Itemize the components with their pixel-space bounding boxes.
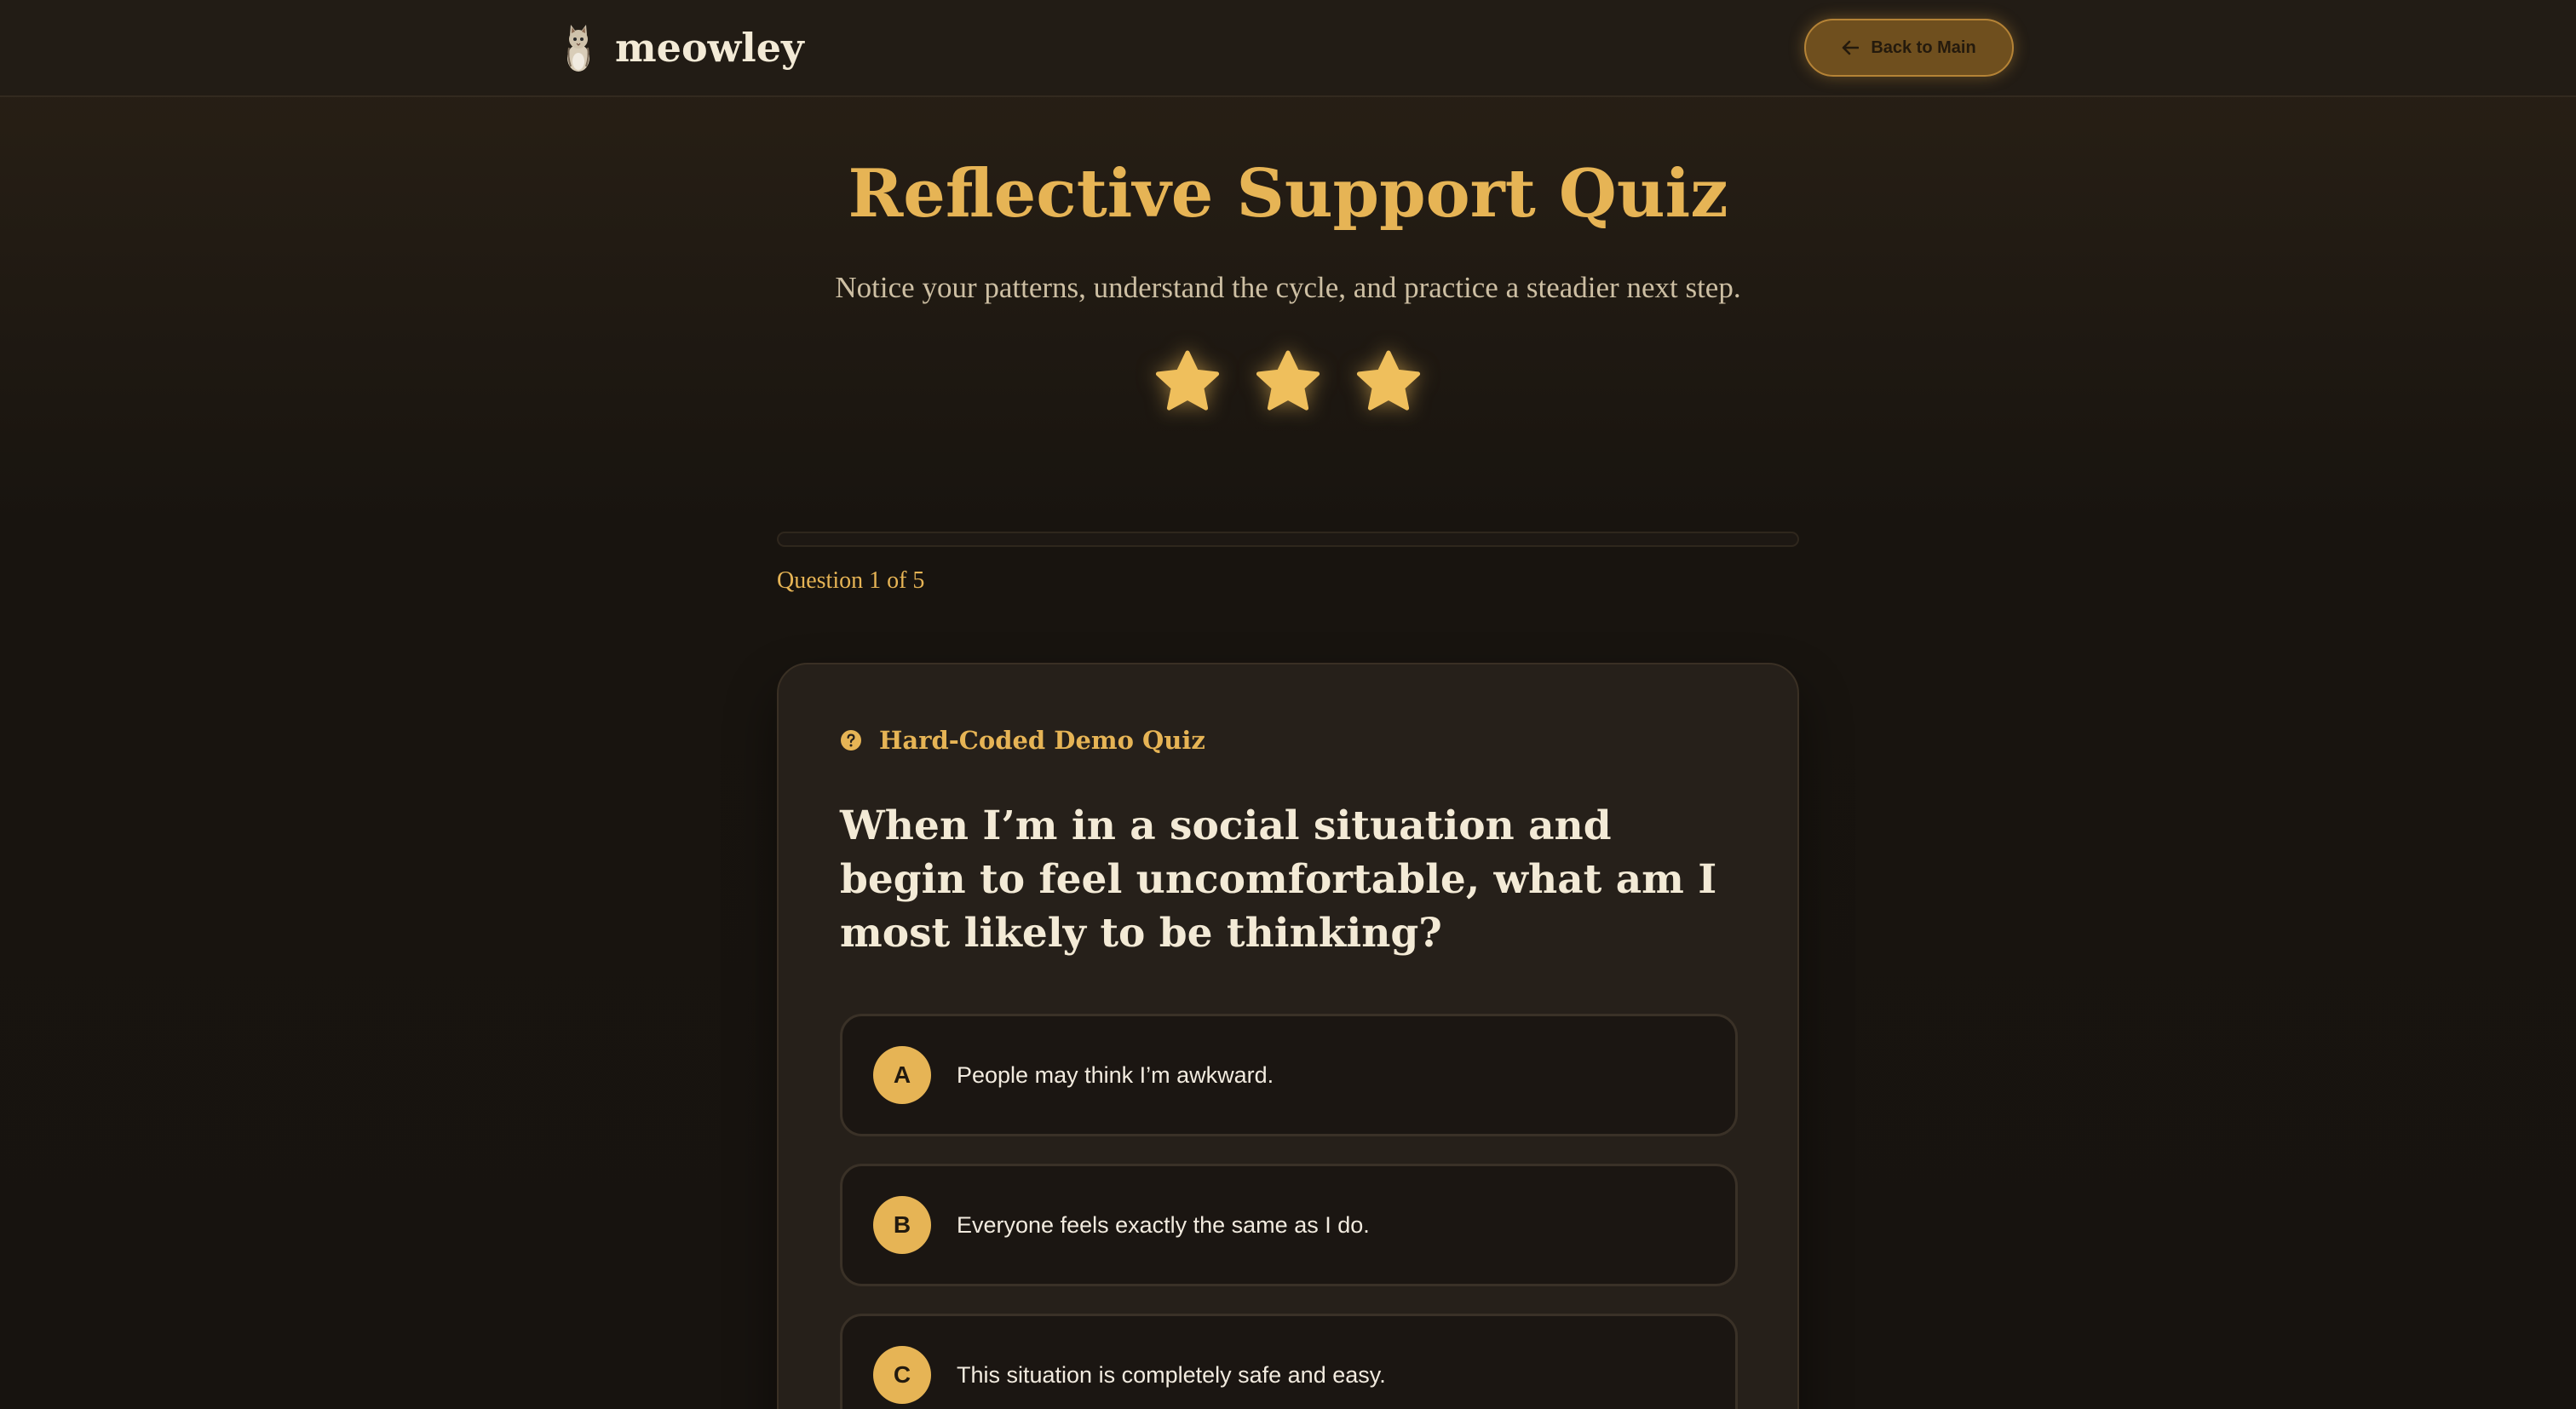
option-letter-badge: B <box>873 1196 931 1254</box>
answer-option-b[interactable]: B Everyone feels exactly the same as I d… <box>840 1164 1738 1286</box>
star-icon <box>1155 350 1220 411</box>
star-icon <box>1256 350 1320 411</box>
answer-option-a[interactable]: A People may think I’m awkward. <box>840 1014 1738 1136</box>
quiz-page: meowley Back to Main Reflective Support … <box>0 0 2576 1409</box>
answer-option-c[interactable]: C This situation is completely safe and … <box>840 1314 1738 1409</box>
question-circle-icon <box>841 730 861 751</box>
question-text: When I’m in a social situation and begin… <box>840 802 1717 957</box>
quiz-tag-label: Hard-Coded Demo Quiz <box>879 726 1205 755</box>
quiz-tag: Hard-Coded Demo Quiz <box>840 726 1205 755</box>
quiz-card: Hard-Coded Demo Quiz When I’m in a socia… <box>777 663 1799 1409</box>
option-text: People may think I’m awkward. <box>957 1061 1274 1088</box>
option-text: This situation is completely safe and ea… <box>957 1361 1386 1388</box>
star-rating <box>0 348 2576 416</box>
top-bar: meowley Back to Main <box>0 0 2576 97</box>
brand[interactable]: meowley <box>561 19 804 77</box>
option-letter-badge: A <box>873 1046 931 1104</box>
page-subtitle: Notice your patterns, understand the cyc… <box>835 271 1741 304</box>
page-title: Reflective Support Quiz <box>848 155 1728 233</box>
option-text: Everyone feels exactly the same as I do. <box>957 1211 1370 1238</box>
back-to-main-button[interactable]: Back to Main <box>1804 19 2014 77</box>
star-icon <box>1356 350 1421 411</box>
arrow-left-icon <box>1843 40 1860 55</box>
option-letter-badge: C <box>873 1346 931 1404</box>
back-button-label: Back to Main <box>1871 37 1976 57</box>
brand-name: meowley <box>615 25 804 71</box>
question-counter: Question 1 of 5 <box>777 567 925 594</box>
progress-bar <box>777 532 1799 547</box>
cat-logo-icon <box>567 25 589 72</box>
